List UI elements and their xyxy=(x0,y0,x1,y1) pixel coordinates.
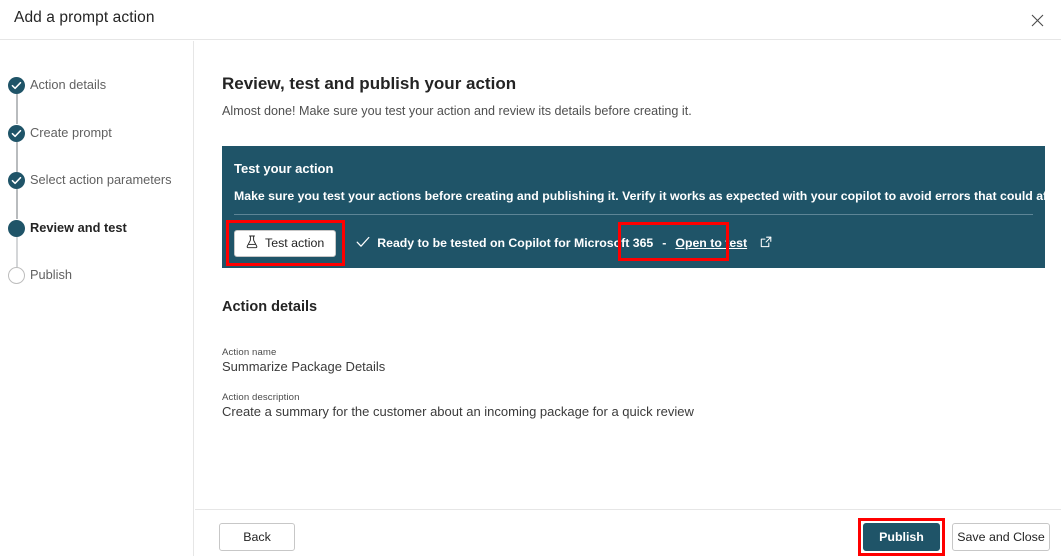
wizard-step-review-and-test[interactable]: Review and test xyxy=(0,218,193,266)
dialog-header: Add a prompt action xyxy=(0,0,1061,40)
close-icon xyxy=(1031,14,1044,27)
status-separator: - xyxy=(662,236,666,250)
wizard-step-label: Action details xyxy=(30,75,106,93)
action-description-label: Action description xyxy=(222,392,300,403)
publish-button[interactable]: Publish xyxy=(863,523,940,551)
action-name-label: Action name xyxy=(222,347,276,358)
wizard-step-action-details[interactable]: Action details xyxy=(0,75,193,123)
action-details-title: Action details xyxy=(222,299,317,315)
step-marker xyxy=(8,125,25,142)
close-button[interactable] xyxy=(1021,4,1053,36)
step-marker xyxy=(8,172,25,189)
test-status: Ready to be tested on Copilot for Micros… xyxy=(356,236,772,251)
open-to-test-link[interactable]: Open to test xyxy=(675,236,747,250)
wizard-step-label: Review and test xyxy=(30,218,127,236)
wizard-step-publish[interactable]: Publish xyxy=(0,265,193,313)
banner-divider xyxy=(234,214,1033,215)
step-connector xyxy=(16,237,17,267)
save-and-close-button[interactable]: Save and Close xyxy=(952,523,1050,551)
wizard-rail: Action details Create prompt xyxy=(0,41,194,556)
test-status-text: Ready to be tested on Copilot for Micros… xyxy=(377,236,653,250)
main-content: Review, test and publish your action Alm… xyxy=(195,41,1061,509)
back-button[interactable]: Back xyxy=(219,523,295,551)
test-your-action-banner: Test your action Make sure you test your… xyxy=(222,146,1045,268)
checkmark-icon xyxy=(8,125,25,142)
step-marker xyxy=(8,267,25,284)
wizard-step-list: Action details Create prompt xyxy=(0,75,193,313)
wizard-step-create-prompt[interactable]: Create prompt xyxy=(0,123,193,171)
banner-description: Make sure you test your actions before c… xyxy=(234,189,1061,203)
action-name-value: Summarize Package Details xyxy=(222,359,385,374)
wizard-step-label: Create prompt xyxy=(30,123,112,141)
checkmark-icon xyxy=(8,77,25,94)
step-connector xyxy=(16,94,17,124)
step-connector xyxy=(16,142,17,172)
page-subtitle: Almost done! Make sure you test your act… xyxy=(222,104,692,118)
banner-action-row: Test action Ready to be tested on Copilo… xyxy=(234,226,772,260)
dialog-footer: Back Publish Save and Close xyxy=(195,509,1061,556)
dialog-title: Add a prompt action xyxy=(14,9,155,27)
wizard-step-select-action-parameters[interactable]: Select action parameters xyxy=(0,170,193,218)
test-action-button-label: Test action xyxy=(265,236,324,250)
page-title: Review, test and publish your action xyxy=(222,74,516,94)
step-connector xyxy=(16,189,17,219)
banner-title: Test your action xyxy=(234,161,333,176)
step-marker xyxy=(8,77,25,94)
checkmark-icon xyxy=(356,236,370,251)
checkmark-icon xyxy=(8,172,25,189)
test-action-button[interactable]: Test action xyxy=(234,230,336,257)
step-marker xyxy=(8,220,25,237)
flask-icon xyxy=(246,235,258,252)
add-prompt-action-dialog: Add a prompt action xyxy=(0,0,1061,556)
external-link-icon[interactable] xyxy=(760,236,772,251)
action-description-value: Create a summary for the customer about … xyxy=(222,404,694,419)
wizard-step-label: Select action parameters xyxy=(30,170,172,188)
wizard-step-label: Publish xyxy=(30,265,72,283)
